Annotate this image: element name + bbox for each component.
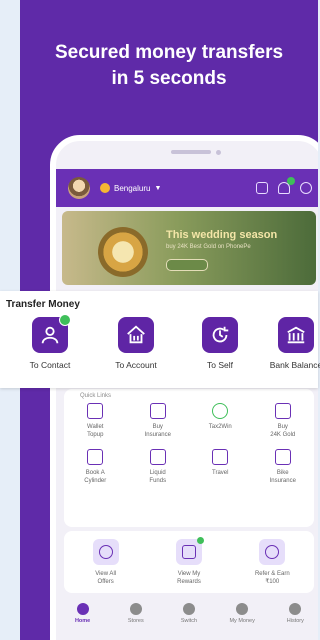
badge-dot	[196, 536, 204, 544]
transfer-title: Transfer Money	[6, 299, 80, 310]
nav-item-switch[interactable]: Switch	[164, 603, 214, 624]
to-account-button[interactable]: To Account	[96, 317, 176, 370]
quick-link-item[interactable]: Book A Cylinder	[64, 449, 127, 485]
transfer-options: To Contact To Account To Self Bank Balan…	[0, 314, 320, 381]
gold-icon	[274, 403, 291, 419]
qr-scan-icon[interactable]	[256, 182, 268, 194]
cylinder-icon	[87, 449, 104, 465]
banner-image	[98, 227, 148, 277]
transfer-money-card: Transfer Money To Contact To Account To …	[0, 291, 320, 388]
status-dot	[59, 314, 71, 326]
quick-link-label: Buy 24K Gold	[270, 424, 296, 438]
nav-label: Switch	[180, 618, 198, 624]
offers-icon	[92, 538, 119, 565]
bank-balance-label: Bank Balance	[269, 360, 320, 370]
banner-title: This wedding season	[166, 229, 278, 241]
quick-link-label: Book A Cylinder	[84, 470, 107, 484]
rupee-icon	[149, 449, 166, 465]
to-contact-label: To Contact	[29, 360, 71, 370]
banner-subtitle: buy 24K Best Gold on PhonePe	[166, 244, 251, 250]
help-icon[interactable]	[300, 182, 312, 194]
quick-links-label: Quick Links	[80, 393, 112, 399]
app-header: Bengaluru ▼	[56, 169, 318, 207]
bank-icon	[278, 317, 314, 353]
gift-icon	[175, 536, 204, 565]
location-label[interactable]: Bengaluru	[114, 184, 150, 193]
contact-icon	[32, 314, 71, 353]
offer-label: View All Offers	[95, 570, 117, 585]
quick-link-item[interactable]: Liquid Funds	[127, 449, 190, 485]
quick-link-item[interactable]: Tax2Win	[189, 403, 252, 439]
quick-link-item[interactable]: Travel	[189, 449, 252, 485]
quick-link-label: Travel	[212, 470, 229, 476]
wallet-icon	[87, 403, 104, 419]
location-icon	[100, 183, 110, 193]
to-contact-button[interactable]: To Contact	[10, 314, 90, 370]
nav-icon	[182, 603, 195, 615]
offer-item[interactable]: View All Offers	[71, 538, 141, 586]
bottom-nav: Home Stores Switch My Money History	[56, 599, 318, 639]
quick-link-label: Buy Insurance	[144, 424, 171, 438]
nav-item-stores[interactable]: Stores	[111, 603, 161, 624]
quick-link-label: Tax2Win	[208, 424, 232, 430]
chevron-down-icon[interactable]: ▼	[154, 185, 161, 192]
banner-button[interactable]	[166, 259, 208, 271]
bike-icon	[274, 449, 291, 465]
quick-link-label: Liquid Funds	[149, 470, 167, 484]
headline-line-2: in 5 seconds	[111, 68, 227, 89]
quick-link-item[interactable]: Buy Insurance	[127, 403, 190, 439]
nav-item-home[interactable]: Home	[58, 603, 108, 624]
tax-icon	[212, 403, 229, 419]
nav-icon	[129, 603, 142, 615]
nav-label: History	[286, 618, 304, 624]
offer-item[interactable]: View My Rewards	[154, 536, 224, 586]
quick-link-item[interactable]: Wallet Topup	[64, 403, 127, 439]
quick-links-panel: Quick Links Wallet Topup Buy Insurance Tax…	[64, 389, 314, 527]
suitcase-icon	[212, 449, 229, 465]
to-self-label: To Self	[207, 360, 233, 370]
to-account-label: To Account	[115, 360, 157, 370]
bell-icon[interactable]	[278, 177, 295, 194]
megaphone-icon	[259, 538, 286, 565]
headline: Secured money transfers in 5 seconds	[20, 40, 318, 92]
offers-panel: View All Offers View My Rewards Refer & Ea…	[64, 531, 314, 593]
avatar[interactable]	[68, 177, 90, 199]
phone-notch	[146, 149, 246, 155]
nav-icon	[76, 603, 89, 615]
nav-icon	[236, 603, 249, 615]
offer-label: View My Rewards	[177, 570, 201, 585]
offer-label: Refer & Earn ₹100	[254, 570, 290, 585]
offer-item[interactable]: Refer & Earn ₹100	[237, 538, 307, 586]
quick-link-label: Wallet Topup	[87, 424, 104, 438]
to-self-button[interactable]: To Self	[180, 317, 260, 370]
notification-dot	[287, 177, 295, 185]
nav-label: Stores	[127, 618, 144, 624]
headline-line-1: Secured money transfers	[54, 42, 284, 63]
quick-link-item[interactable]: Buy 24K Gold	[252, 403, 315, 439]
shield-icon	[149, 403, 166, 419]
quick-links-grid: Wallet Topup Buy Insurance Tax2Win Buy 24K …	[64, 403, 314, 485]
nav-label: My Money	[229, 618, 255, 624]
quick-link-item[interactable]: Bike Insurance	[252, 449, 315, 485]
bank-home-icon	[118, 317, 154, 353]
bank-balance-button[interactable]: Bank Balance	[256, 317, 320, 370]
promo-banner[interactable]: This wedding season buy 24K Best Gold on…	[62, 211, 316, 285]
nav-item-history[interactable]: History	[270, 603, 318, 624]
quick-link-label: Bike Insurance	[269, 470, 296, 484]
self-transfer-icon	[202, 317, 238, 353]
nav-icon	[289, 603, 302, 615]
nav-label: Home	[74, 618, 91, 624]
nav-item-my-money[interactable]: My Money	[217, 603, 267, 624]
